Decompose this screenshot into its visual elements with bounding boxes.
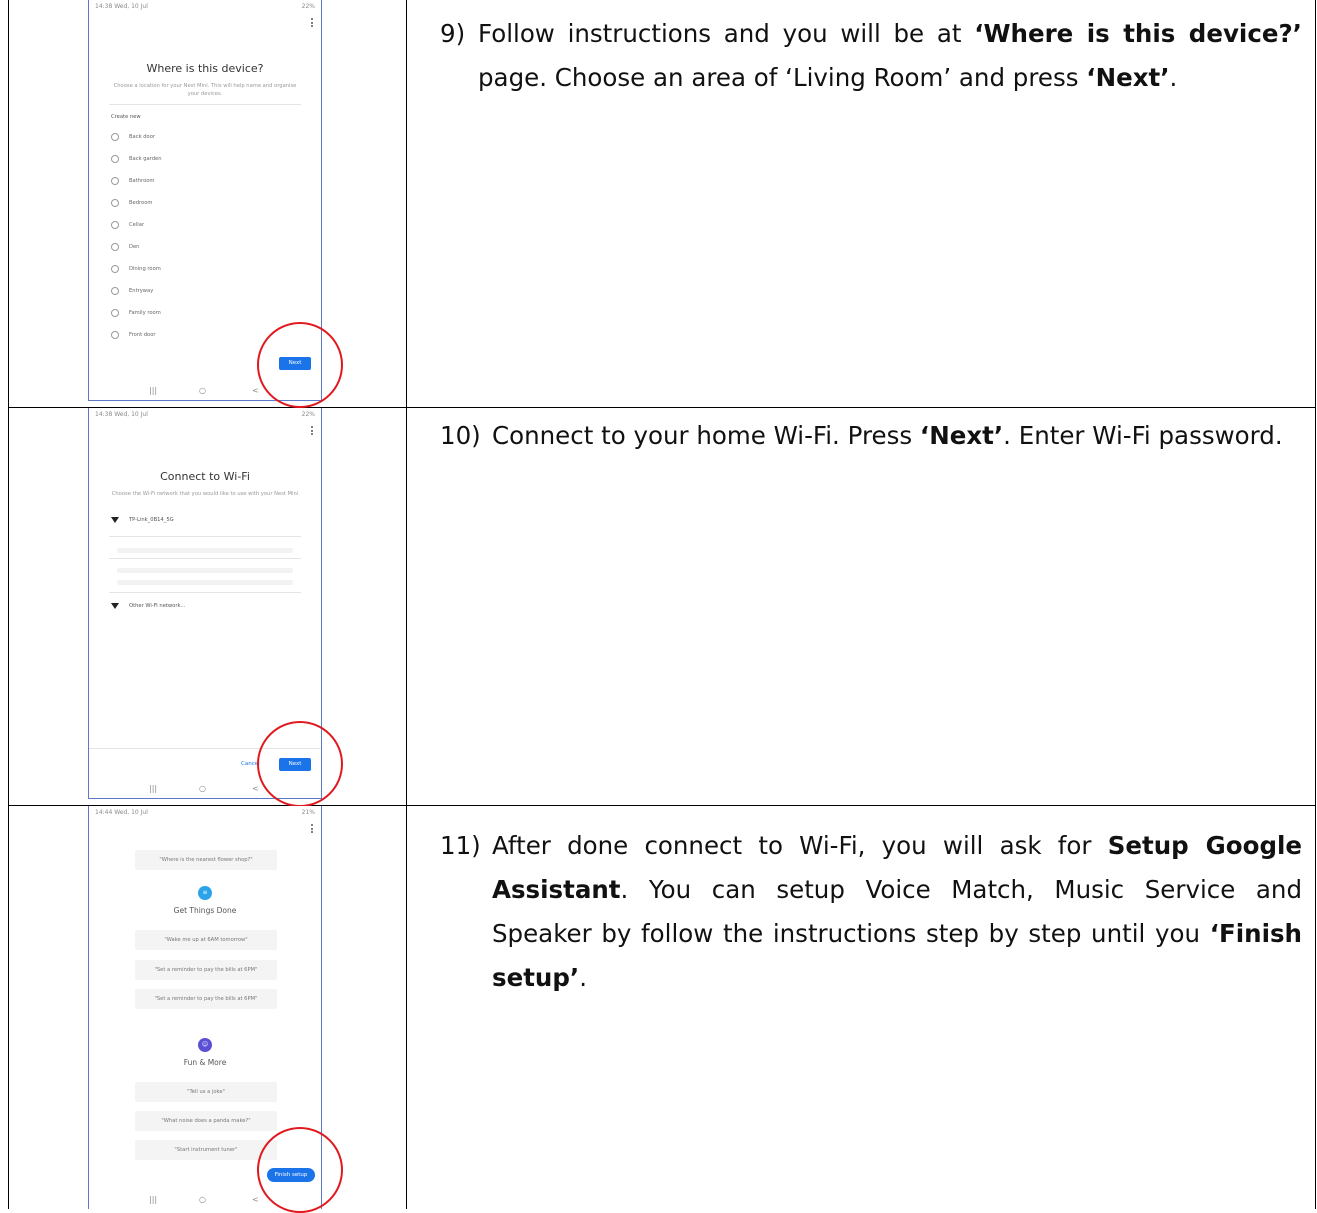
radio-icon [111,177,119,185]
more-options-icon[interactable] [311,426,313,435]
back-button[interactable]: < [252,1195,259,1204]
radio-icon [111,221,119,229]
step-text: Connect to your home Wi-Fi. Press ‘Next’… [492,421,1283,450]
radio-option[interactable]: Cellar [111,221,144,235]
radio-icon [111,265,119,273]
home-button[interactable]: ○ [199,386,206,395]
status-bar: 14:44 Wed, 10 Jul 21% [89,806,321,820]
status-bar: 14:38 Wed, 10 Jul 22% [89,0,321,14]
hidden-network-item[interactable] [117,568,293,573]
radio-option[interactable]: Back garden [111,155,162,169]
highlight-circle [257,322,343,408]
divider [109,104,301,105]
step-number: 11) [440,831,481,860]
radio-option[interactable]: Bedroom [111,199,152,213]
table-border-left [8,0,9,1209]
hidden-network-item[interactable] [117,548,293,553]
divider [109,592,301,593]
radio-option[interactable]: Den [111,243,139,257]
radio-icon [111,331,119,339]
back-button[interactable]: < [252,386,259,395]
radio-icon [111,133,119,141]
page-title: Connect to Wi-Fi [160,470,250,483]
step-text: Follow instructions and you will be at ‘… [478,19,1302,92]
step-10: 10) Connect to your home Wi-Fi. Press ‘N… [440,414,1302,458]
radio-option[interactable]: Back door [111,133,155,147]
fun-smiley-icon: ☺ [198,1038,212,1052]
highlight-circle [257,721,343,807]
recents-button[interactable]: ||| [149,386,157,395]
recents-button[interactable]: ||| [149,1195,157,1204]
instruction-table: 14:38 Wed, 10 Jul 22% Where is this devi… [0,0,1317,1213]
radio-icon [111,243,119,251]
section-label: Create new [111,114,141,120]
example-query: "Where is the nearest flower shop?" [135,850,277,870]
example-query: "Set a reminder to pay the bills at 6PM" [135,989,277,1009]
status-battery: 22% [301,3,315,10]
status-battery: 22% [301,411,315,418]
assistant-tasks-icon: ≡ [198,886,212,900]
example-query: "Wake me up at 6AM tomorrow" [135,930,277,950]
status-time: 14:44 Wed, 10 Jul [95,809,148,816]
page-title: Where is this device? [146,62,264,75]
section-title: Fun & More [183,1058,227,1067]
table-column-divider [406,0,407,1209]
step-11: 11) After done connect to Wi-Fi, you wil… [440,824,1302,1000]
wifi-icon [111,517,119,523]
radio-icon [111,287,119,295]
radio-option[interactable]: Family room [111,309,161,323]
page-subtitle: Choose the Wi-Fi network that you would … [111,491,299,497]
radio-option[interactable]: Dining room [111,265,161,279]
status-time: 14:38 Wed, 10 Jul [95,411,148,418]
radio-icon [111,199,119,207]
radio-option[interactable]: Bathroom [111,177,154,191]
wifi-icon [111,603,119,609]
radio-option[interactable]: Entryway [111,287,153,301]
radio-option[interactable]: Front door [111,331,156,345]
example-query: "Tell us a joke" [135,1082,277,1102]
example-query: "Start instrument tuner" [135,1140,277,1160]
page-subtitle: Choose a location for your Nest Mini. Th… [113,83,297,97]
step-number: 9) [440,19,466,48]
other-wifi-item[interactable]: Other Wi-Fi network... [111,603,185,617]
example-query: "What noise does a panda make?" [135,1111,277,1131]
home-button[interactable]: ○ [199,784,206,793]
recents-button[interactable]: ||| [149,784,157,793]
wifi-network-item[interactable]: TP-Link_0B14_5G [111,517,174,531]
radio-icon [111,309,119,317]
table-border-right [1315,0,1316,1209]
hidden-network-item[interactable] [117,580,293,585]
status-battery: 21% [301,809,315,816]
divider [109,558,301,559]
example-query: "Set a reminder to pay the bills at 6PM" [135,960,277,980]
radio-icon [111,155,119,163]
step-9: 9) Follow instructions and you will be a… [440,12,1302,100]
highlight-circle [257,1127,343,1213]
status-bar: 14:38 Wed, 10 Jul 22% [89,408,321,422]
step-text: After done connect to Wi-Fi, you will as… [492,831,1302,992]
more-options-icon[interactable] [311,824,313,833]
home-button[interactable]: ○ [199,1195,206,1204]
divider [109,536,301,537]
step-number: 10) [440,421,481,450]
more-options-icon[interactable] [311,18,313,27]
section-title: Get Things Done [173,906,237,915]
status-time: 14:38 Wed, 10 Jul [95,3,148,10]
back-button[interactable]: < [252,784,259,793]
